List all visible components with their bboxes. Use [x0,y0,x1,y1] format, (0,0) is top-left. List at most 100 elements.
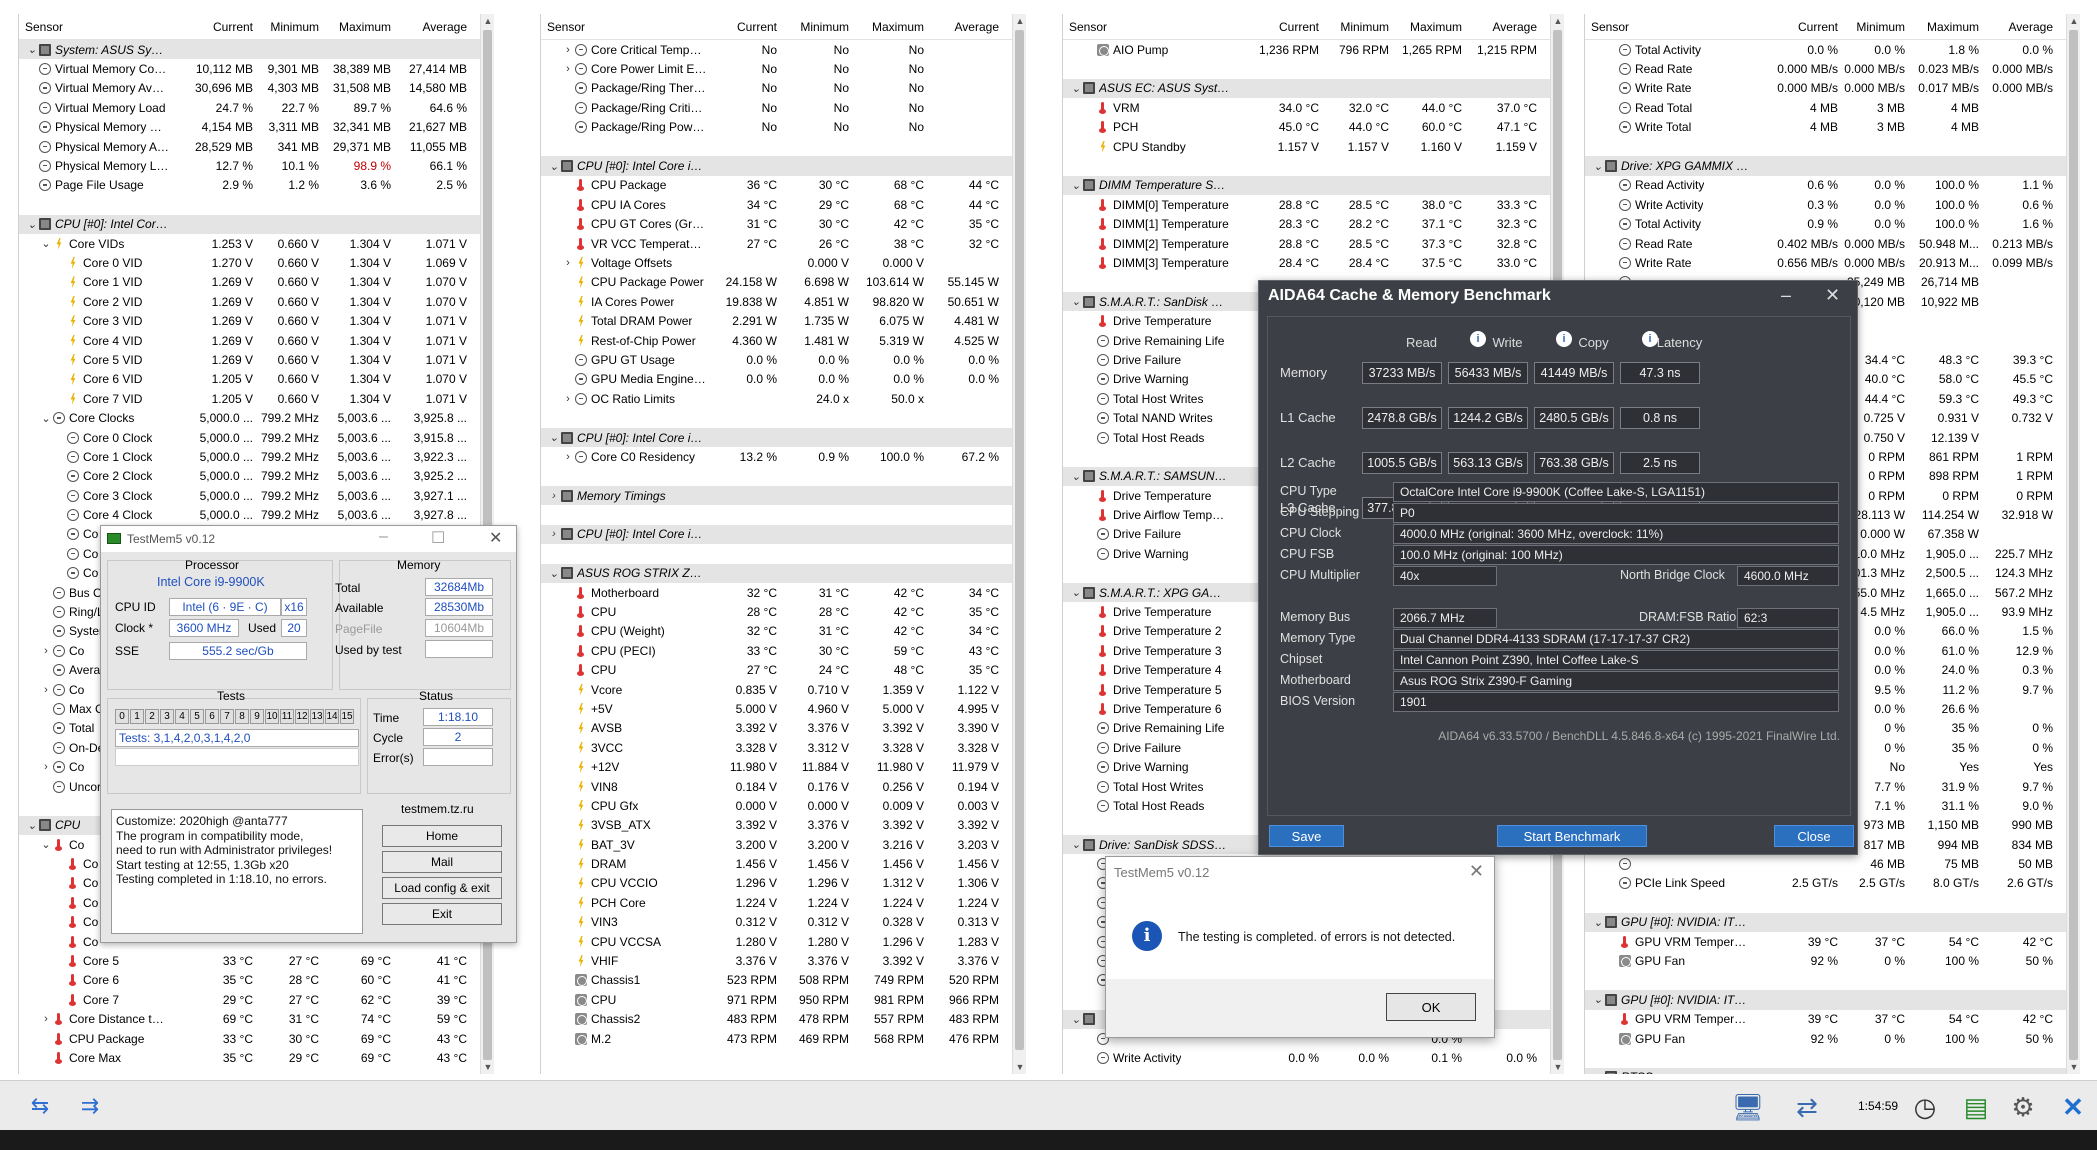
sensor-row[interactable]: VR VCC Temperature (S... 27 °C 26 °C 38 °C 3… [541,234,1012,253]
chevron-down-icon[interactable]: ⌄ [1591,1071,1605,1074]
sensor-row[interactable]: GPU Fan 92 % 0 % 100 % 50 % [1585,1029,2066,1048]
sensor-row[interactable]: Core 4 Clock 5,000.0 ... 799.2 MHz 5,003.6 … [19,505,480,524]
close-hwinfo-icon[interactable]: ✕ [2053,1089,2093,1125]
sensor-row[interactable]: Motherboard 32 °C 31 °C 42 °C 34 °C [541,583,1012,602]
maximize-icon[interactable]: ☐ [431,528,445,548]
sensor-row[interactable]: GPU GT Usage 0.0 % 0.0 % 0.0 % 0.0 % [541,350,1012,369]
sensor-row[interactable]: Core 6 35 °C 28 °C 60 °C 41 °C [19,971,480,990]
sensor-row[interactable]: CPU 27 °C 24 °C 48 °C 35 °C [541,661,1012,680]
header-average[interactable]: Average [397,20,473,34]
sensor-row[interactable]: › Core Critical Temper... No No No [541,40,1012,59]
sensor-row[interactable]: Read Rate 0.402 MB/s 0.000 MB/s 50.948 M...… [1585,234,2066,253]
chevron-right-icon[interactable]: › [547,528,561,540]
sensor-row[interactable]: Core 7 VID 1.205 V 0.660 V 1.304 V 1.071 V [19,389,480,408]
sensor-group-row[interactable]: ⌄ DIMM Temperature Sen... [1063,175,1550,196]
header-sensor[interactable]: Sensor [1063,20,1230,34]
sensor-row[interactable]: Vcore 0.835 V 0.710 V 1.359 V 1.122 V [541,680,1012,699]
sensor-group-row[interactable]: ⌄ RTSS [1585,1067,2066,1074]
sensor-row[interactable]: VRM 34.0 °C 32.0 °C 44.0 °C 37.0 °C [1063,98,1550,117]
sensor-row[interactable]: Core 5 33 °C 27 °C 69 °C 41 °C [19,951,480,970]
header-average[interactable]: Average [1985,20,2059,34]
sensor-row[interactable]: › Core Power Limit Exc... No No No [541,59,1012,78]
sensor-row[interactable]: Write Total 4 MB 3 MB 4 MB [1585,118,2066,137]
sensor-row[interactable]: ⌄ Core Clocks 5,000.0 ... 799.2 MHz 5,003.6 … [19,408,480,427]
sensor-group-row[interactable]: ⌄ Drive: XPG GAMMIX S11... [1585,156,2066,176]
chevron-down-icon[interactable]: ⌄ [1069,179,1083,192]
sensor-group-row[interactable]: ⌄ System: ASUS System P... [19,40,480,60]
sensor-row[interactable]: CPU Standby 1.157 V 1.157 V 1.160 V 1.159 V [1063,137,1550,156]
sensor-row[interactable]: Page File Usage 2.9 % 1.2 % 3.6 % 2.5 % [19,176,480,195]
sensor-row[interactable]: CPU GT Cores (Graphics) 31 °C 30 °C 42 °C 35… [541,215,1012,234]
sensor-row[interactable]: Core 3 VID 1.269 V 0.660 V 1.304 V 1.071 V [19,311,480,330]
sensor-row[interactable]: VIN8 0.184 V 0.176 V 0.256 V 0.194 V [541,777,1012,796]
chevron-down-icon[interactable]: ⌄ [39,838,53,851]
chevron-down-icon[interactable]: ⌄ [1069,82,1083,95]
sensor-row[interactable]: Virtual Memory Load 24.7 % 22.7 % 89.7 % 64.… [19,98,480,117]
sensor-row[interactable]: CPU VCCIO 1.296 V 1.296 V 1.312 V 1.306 V [541,874,1012,893]
sensor-row[interactable]: Write Rate 0.656 MB/s 0.000 MB/s 20.913 M..… [1585,253,2066,272]
chevron-right-icon[interactable]: › [561,44,575,56]
scroll-up-icon[interactable]: ▲ [481,14,495,28]
sensor-row[interactable]: Chassis1 523 RPM 508 RPM 749 RPM 520 RPM [541,971,1012,990]
header-maximum[interactable]: Maximum [1911,20,1985,34]
load-config-button[interactable]: Load config & exit [382,877,502,899]
sensor-row[interactable]: CPU (PECI) 33 °C 30 °C 59 °C 43 °C [541,641,1012,660]
chevron-right-icon[interactable]: › [39,1013,53,1025]
sensor-row[interactable]: AVSB 3.392 V 3.376 V 3.392 V 3.390 V [541,719,1012,738]
home-button[interactable]: Home [382,825,502,847]
sensor-row[interactable]: Package/Ring Power Lim... No No No [541,118,1012,137]
sensor-row[interactable]: 3VSB_ATX 3.392 V 3.376 V 3.392 V 3.392 V [541,816,1012,835]
sensor-row[interactable]: Core 3 Clock 5,000.0 ... 799.2 MHz 5,003.6 … [19,486,480,505]
sensor-row[interactable]: 46 MB 75 MB 50 MB [1585,854,2066,873]
sensor-row[interactable]: Physical Memory Used 4,154 MB 3,311 MB 32,3… [19,118,480,137]
sensor-group-row[interactable]: › CPU [#0]: Intel Core i9-... [541,524,1012,545]
header-maximum[interactable]: Maximum [325,20,397,34]
chevron-down-icon[interactable]: ⌄ [1591,160,1605,173]
sensor-row[interactable]: DIMM[3] Temperature 28.4 °C 28.4 °C 37.5 °C… [1063,253,1550,272]
chevron-right-icon[interactable]: › [561,63,575,75]
collapse-arrows-icon[interactable]: ⇆ [22,1093,58,1119]
add-report-icon[interactable]: ▤ [1956,1089,1996,1125]
exit-button[interactable]: Exit [382,903,502,925]
sensor-row[interactable]: Core 4 VID 1.269 V 0.660 V 1.304 V 1.071 V [19,331,480,350]
sensor-row[interactable]: 3VCC 3.328 V 3.312 V 3.328 V 3.328 V [541,738,1012,757]
chevron-down-icon[interactable]: ⌄ [1069,586,1083,599]
sensor-row[interactable]: Total Activity 0.9 % 0.0 % 100.0 % 1.6 % [1585,215,2066,234]
sensor-row[interactable]: GPU VRM Temperature 39 °C 37 °C 54 °C 42 °C [1585,1010,2066,1029]
ok-button[interactable]: OK [1386,993,1476,1021]
scroll-down-icon[interactable]: ▼ [481,1060,495,1074]
chevron-right-icon[interactable]: › [561,451,575,463]
header-current[interactable]: Current [169,20,259,34]
chevron-down-icon[interactable]: ⌄ [547,567,561,580]
sensor-row[interactable]: ⌄ Core VIDs 1.253 V 0.660 V 1.304 V 1.071 V [19,234,480,253]
sensor-row[interactable]: PCIe Link Speed 2.5 GT/s 2.5 GT/s 8.0 GT/s 2… [1585,874,2066,893]
sensor-row[interactable]: DIMM[2] Temperature 28.8 °C 28.5 °C 37.3 °C… [1063,234,1550,253]
chevron-right-icon[interactable]: › [39,761,53,773]
sensor-row[interactable]: Core 7 29 °C 27 °C 62 °C 39 °C [19,990,480,1009]
sensor-row[interactable]: Core 0 Clock 5,000.0 ... 799.2 MHz 5,003.6 … [19,428,480,447]
sensor-group-row[interactable]: ⌄ CPU [#0]: Intel Core i9-... [541,156,1012,176]
sensor-row[interactable]: DIMM[0] Temperature 28.8 °C 28.5 °C 38.0 °C… [1063,195,1550,214]
sensor-group-row[interactable]: ⌄ ASUS ROG STRIX Z390-... [541,563,1012,583]
sensor-group-row[interactable]: ⌄ ASUS EC: ASUS System ... [1063,78,1550,99]
sensor-row[interactable]: IA Cores Power 19.838 W 4.851 W 98.820 W 50.… [541,292,1012,311]
header-minimum[interactable]: Minimum [783,20,855,34]
network-icon[interactable]: ⇄ [1787,1089,1827,1125]
sensor-group-row[interactable]: › Memory Timings [541,485,1012,506]
close-button[interactable]: Close [1774,825,1854,847]
sensor-row[interactable]: PCH 45.0 °C 44.0 °C 60.0 °C 47.1 °C [1063,118,1550,137]
sensor-row[interactable]: GPU VRM Temperature 39 °C 37 °C 54 °C 42 °C [1585,932,2066,951]
settings-icon[interactable]: ⚙ [2003,1089,2043,1125]
sensor-group-row[interactable]: ⌄ CPU [#0]: Intel Core i9-... [19,214,480,234]
sensor-row[interactable]: Write Activity 0.3 % 0.0 % 100.0 % 0.6 % [1585,195,2066,214]
sensor-row[interactable]: Read Rate 0.000 MB/s 0.000 MB/s 0.023 MB/s 0… [1585,59,2066,78]
scroll-thumb[interactable] [1015,30,1024,1050]
header-average[interactable]: Average [930,20,1005,34]
chevron-down-icon[interactable]: ⌄ [39,237,53,250]
sensor-row[interactable]: CPU (Weight) 32 °C 31 °C 42 °C 34 °C [541,622,1012,641]
header-minimum[interactable]: Minimum [1844,20,1911,34]
sensor-row[interactable]: Package/Ring Critical Te... No No No [541,98,1012,117]
sensor-row[interactable]: Core 0 VID 1.270 V 0.660 V 1.304 V 1.069 V [19,253,480,272]
header-average[interactable]: Average [1468,20,1543,34]
sensor-row[interactable]: DIMM[1] Temperature 28.3 °C 28.2 °C 37.1 °C… [1063,215,1550,234]
